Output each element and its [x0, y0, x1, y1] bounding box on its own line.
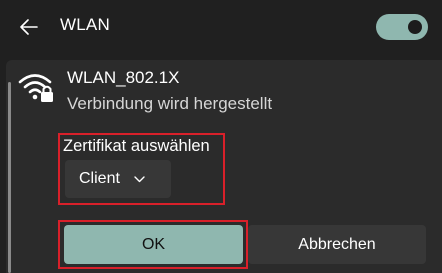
arrow-left-icon — [20, 19, 38, 35]
network-name: WLAN_802.1X — [67, 68, 180, 87]
wlan-settings-panel: WLAN WLAN_802.1X Verbindung wird hergest… — [0, 0, 442, 273]
cancel-button[interactable]: Abbrechen — [248, 225, 426, 264]
chevron-down-icon — [134, 175, 145, 183]
toggle-knob — [408, 20, 422, 34]
wifi-secured-icon — [18, 74, 53, 102]
wlan-toggle[interactable] — [376, 14, 428, 40]
certificate-label: Zertifikat auswählen — [63, 137, 210, 155]
connection-status: Verbindung wird hergestellt — [67, 94, 273, 113]
ok-button[interactable]: OK — [64, 225, 243, 264]
certificate-dropdown[interactable]: Client — [65, 160, 171, 198]
page-title: WLAN — [60, 15, 110, 34]
back-button[interactable] — [14, 12, 44, 42]
header: WLAN — [0, 0, 442, 54]
scroll-indicator — [8, 82, 11, 273]
certificate-selected-value: Client — [79, 170, 120, 187]
